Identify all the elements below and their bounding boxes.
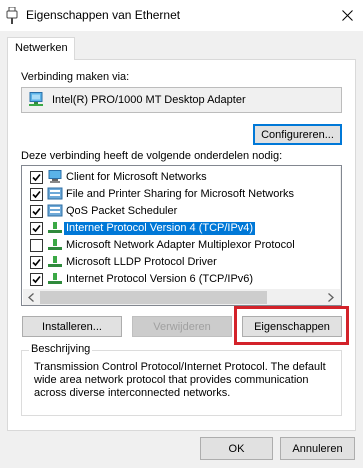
list-item[interactable]: Microsoft Network Adapter Multiplexor Pr… xyxy=(22,237,322,254)
checkbox[interactable] xyxy=(30,188,43,201)
check-icon xyxy=(32,224,41,233)
check-icon xyxy=(32,258,41,267)
list-item[interactable]: Microsoft LLDP Protocol Driver xyxy=(22,254,322,271)
list-item-label: Internet Protocol Version 4 (TCP/IPv4) xyxy=(62,221,257,236)
list-item[interactable]: Internet Protocol Version 6 (TCP/IPv6) xyxy=(22,271,322,288)
network-adapter-icon xyxy=(6,6,18,24)
scrollbar-corner xyxy=(340,289,341,305)
list-item-label: QoS Packet Scheduler xyxy=(66,205,178,217)
protocol-icon xyxy=(47,255,63,269)
components-list: Client for Microsoft Networks File and P… xyxy=(21,165,342,306)
checkbox[interactable] xyxy=(30,239,43,252)
tab-networking[interactable]: Netwerken xyxy=(7,37,75,60)
list-item-label: Internet Protocol Version 6 (TCP/IPv6) xyxy=(66,273,254,285)
protocol-icon xyxy=(47,272,63,286)
check-icon xyxy=(32,275,41,284)
scroll-left-icon[interactable] xyxy=(28,293,34,305)
list-item-label: File and Printer Sharing for Microsoft N… xyxy=(66,188,295,200)
vertical-scrollbar[interactable] xyxy=(340,167,341,289)
scroll-right-icon[interactable] xyxy=(328,293,334,305)
check-icon xyxy=(32,190,41,199)
checkbox[interactable] xyxy=(30,222,43,235)
highlight-box xyxy=(234,306,349,345)
components-label: Deze verbinding heeft de volgende onderd… xyxy=(21,150,283,162)
horizontal-scroll-thumb[interactable] xyxy=(40,291,267,304)
list-item-label: Microsoft LLDP Protocol Driver xyxy=(66,256,217,268)
list-item[interactable]: QoS Packet Scheduler xyxy=(22,203,322,220)
ok-button[interactable]: OK xyxy=(200,437,273,460)
check-icon xyxy=(32,207,41,216)
adapter-name: Intel(R) PRO/1000 MT Desktop Adapter xyxy=(52,94,246,106)
protocol-icon xyxy=(47,221,63,235)
cancel-button[interactable]: Annuleren xyxy=(280,437,355,460)
list-item-label: Microsoft Network Adapter Multiplexor Pr… xyxy=(66,239,295,251)
close-icon xyxy=(341,10,353,21)
list-item[interactable]: Internet Protocol Version 4 (TCP/IPv4) xyxy=(22,220,322,237)
list-item[interactable]: Client for Microsoft Networks xyxy=(22,169,322,186)
protocol-icon xyxy=(47,238,63,252)
check-icon xyxy=(32,173,41,182)
window-title: Eigenschappen van Ethernet xyxy=(26,8,181,22)
remove-button[interactable]: Verwijderen xyxy=(132,316,232,337)
list-item[interactable]: File and Printer Sharing for Microsoft N… xyxy=(22,186,322,203)
configure-button[interactable]: Configureren... xyxy=(253,124,342,145)
network-client-icon xyxy=(47,170,63,184)
description-legend: Beschrijving xyxy=(29,343,93,355)
checkbox[interactable] xyxy=(30,205,43,218)
network-service-icon xyxy=(47,187,63,201)
network-adapter-icon xyxy=(28,92,44,107)
horizontal-scrollbar[interactable] xyxy=(23,289,340,305)
description-text: Transmission Control Protocol/Internet P… xyxy=(34,361,326,399)
network-service-icon xyxy=(47,204,63,218)
list-item-label: Client for Microsoft Networks xyxy=(66,171,207,183)
checkbox[interactable] xyxy=(30,171,43,184)
install-button[interactable]: Installeren... xyxy=(22,316,122,337)
tab-label: Netwerken xyxy=(15,42,68,54)
close-button[interactable] xyxy=(331,0,363,31)
checkbox[interactable] xyxy=(30,256,43,269)
connect-using-label: Verbinding maken via: xyxy=(21,71,130,83)
checkbox[interactable] xyxy=(30,273,43,286)
